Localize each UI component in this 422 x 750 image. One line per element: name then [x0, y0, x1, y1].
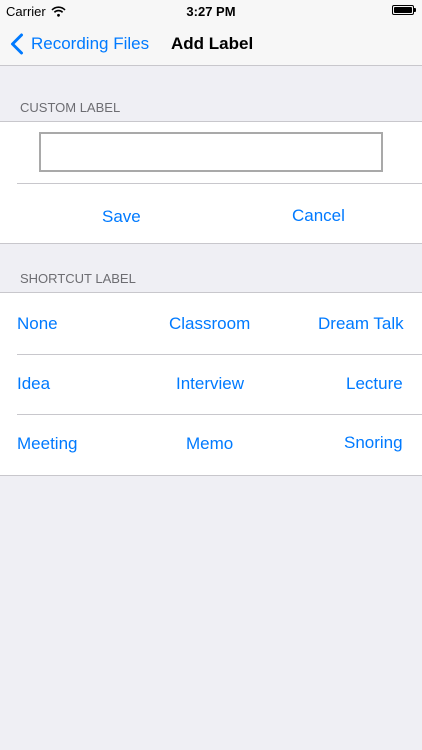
battery-fill	[394, 7, 412, 13]
shortcut-row-divider	[17, 354, 422, 355]
shortcut-interview-button[interactable]: Interview	[176, 374, 244, 394]
back-button[interactable]: Recording Files	[10, 22, 149, 65]
save-button[interactable]: Save	[102, 207, 141, 227]
status-right	[392, 5, 416, 15]
page-title: Add Label	[171, 33, 254, 53]
shortcut-row-divider	[17, 414, 422, 415]
cancel-button[interactable]: Cancel	[292, 206, 345, 226]
status-bar: Carrier 3:27 PM	[0, 0, 422, 22]
shortcut-memo-button[interactable]: Memo	[186, 434, 233, 454]
shortcut-none-button[interactable]: None	[17, 314, 58, 334]
shortcut-meeting-button[interactable]: Meeting	[17, 434, 77, 454]
shortcut-snoring-button[interactable]: Snoring	[344, 433, 403, 453]
custom-label-divider	[17, 183, 422, 184]
shortcut-label-header: SHORTCUT LABEL	[20, 271, 136, 286]
shortcut-classroom-button[interactable]: Classroom	[169, 314, 250, 334]
navigation-bar: Recording Files Add Label	[0, 22, 422, 66]
shortcut-idea-button[interactable]: Idea	[17, 374, 50, 394]
custom-label-header: CUSTOM LABEL	[20, 100, 121, 115]
custom-label-input[interactable]	[39, 132, 383, 172]
custom-label-group: Save Cancel	[0, 121, 422, 244]
shortcut-lecture-button[interactable]: Lecture	[346, 374, 403, 394]
status-time: 3:27 PM	[186, 4, 236, 19]
battery-icon	[392, 5, 416, 15]
chevron-left-icon	[11, 33, 23, 54]
shortcut-dream-talk-button[interactable]: Dream Talk	[318, 314, 404, 334]
back-button-label: Recording Files	[31, 33, 150, 53]
shortcut-label-group: None Classroom Dream Talk Idea Interview…	[0, 292, 422, 476]
